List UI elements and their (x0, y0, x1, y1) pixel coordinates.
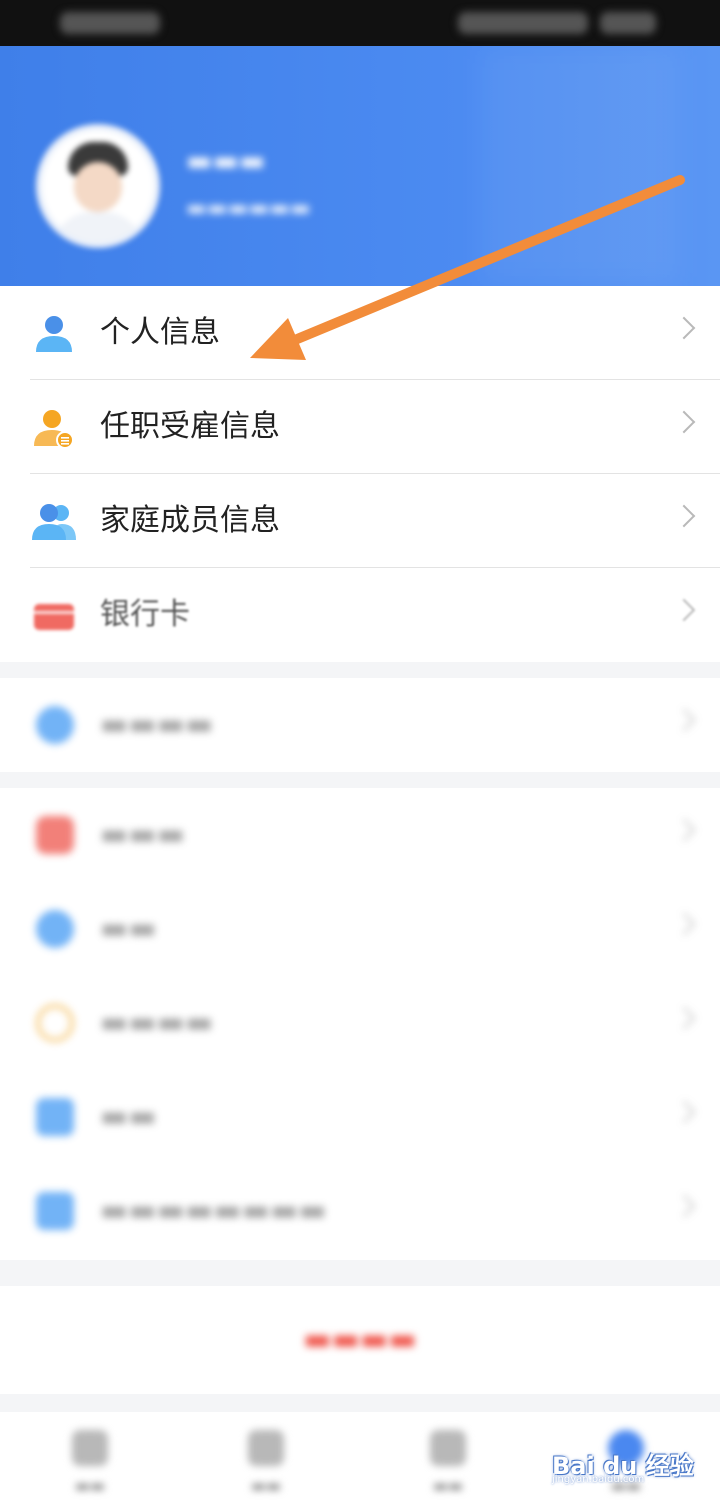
avatar[interactable] (36, 124, 160, 248)
settings-group-2: ▬▬▬ ▬▬ ▬▬▬▬ ▬▬ ▬▬▬▬▬▬▬▬ (0, 788, 720, 1260)
menu-icon (36, 706, 74, 744)
user-name-redacted: ▬▬▬ (186, 144, 266, 177)
watermark-sub: jingyan.baidu.com (552, 1474, 645, 1485)
user-phone-redacted: ▬▬▬▬▬▬ (186, 196, 311, 221)
profile-header: ▬▬▬ ▬▬▬▬▬▬ (0, 46, 720, 286)
clock (600, 12, 656, 34)
menu-item-label-redacted: ▬▬ (100, 1099, 157, 1134)
chevron-right-icon (672, 912, 696, 936)
chevron-right-icon (672, 818, 696, 842)
person-icon (36, 316, 72, 352)
menu-item-label-redacted: ▬▬▬▬ (100, 707, 214, 742)
tab-query[interactable]: ▬▬ (418, 1424, 478, 1504)
menu-icon (36, 1192, 74, 1230)
logout-button[interactable]: ▬▬▬▬ (0, 1286, 720, 1394)
chevron-right-icon (672, 410, 696, 434)
menu-item-family-members[interactable]: 家庭成员信息 (0, 474, 720, 568)
settings-group-1: ▬▬▬▬ (0, 678, 720, 772)
menu-item-blurred[interactable]: ▬▬▬▬ (0, 678, 720, 772)
menu-item-blurred[interactable]: ▬▬ (0, 882, 720, 976)
status-icons (458, 12, 588, 34)
chevron-right-icon (672, 504, 696, 528)
menu-item-blurred[interactable]: ▬▬▬ (0, 788, 720, 882)
menu-item-blurred[interactable]: ▬▬▬▬▬▬▬▬ (0, 1164, 720, 1258)
menu-item-label-redacted: ▬▬▬▬ (100, 1005, 214, 1040)
family-icon (32, 504, 76, 540)
logout-label-redacted: ▬▬▬▬ (303, 1322, 417, 1357)
query-icon (430, 1430, 466, 1466)
menu-icon (36, 816, 74, 854)
menu-item-label: 银行卡 (100, 597, 190, 632)
home-icon (72, 1430, 108, 1466)
chevron-right-icon (672, 1100, 696, 1124)
menu-item-bank-card[interactable]: 银行卡 (0, 568, 720, 662)
menu-item-personal-info[interactable]: 个人信息 (0, 286, 720, 380)
menu-item-blurred[interactable]: ▬▬ (0, 1070, 720, 1164)
carrier-signal-icon (60, 12, 160, 34)
tab-services[interactable]: ▬▬ (236, 1424, 296, 1504)
menu-item-blurred[interactable]: ▬▬▬▬ (0, 976, 720, 1070)
chevron-right-icon (672, 598, 696, 622)
chevron-right-icon (672, 316, 696, 340)
chevron-right-icon (672, 1006, 696, 1030)
tab-home[interactable]: ▬▬ (60, 1424, 120, 1504)
menu-item-employment-info[interactable]: 任职受雇信息 (0, 380, 720, 474)
menu-icon (36, 910, 74, 948)
menu-item-label-redacted: ▬▬ (100, 911, 157, 946)
menu-item-label: 家庭成员信息 (100, 503, 280, 538)
profile-info-group: 个人信息 任职受雇信息 家庭成员信息 银行卡 (0, 286, 720, 662)
menu-icon (36, 1098, 74, 1136)
menu-item-label-redacted: ▬▬▬ (100, 817, 186, 852)
menu-icon (36, 1004, 74, 1042)
menu-item-label-redacted: ▬▬▬▬▬▬▬▬ (100, 1193, 327, 1228)
chevron-right-icon (672, 1194, 696, 1218)
menu-item-label: 任职受雇信息 (100, 409, 280, 444)
watermark: Bai du 经验 jingyan.baidu.com (548, 1438, 698, 1488)
bank-card-icon (34, 604, 74, 630)
employee-id-icon (34, 410, 74, 449)
services-icon (248, 1430, 284, 1466)
menu-item-label: 个人信息 (100, 315, 220, 350)
status-bar (0, 0, 720, 46)
chevron-right-icon (672, 708, 696, 732)
